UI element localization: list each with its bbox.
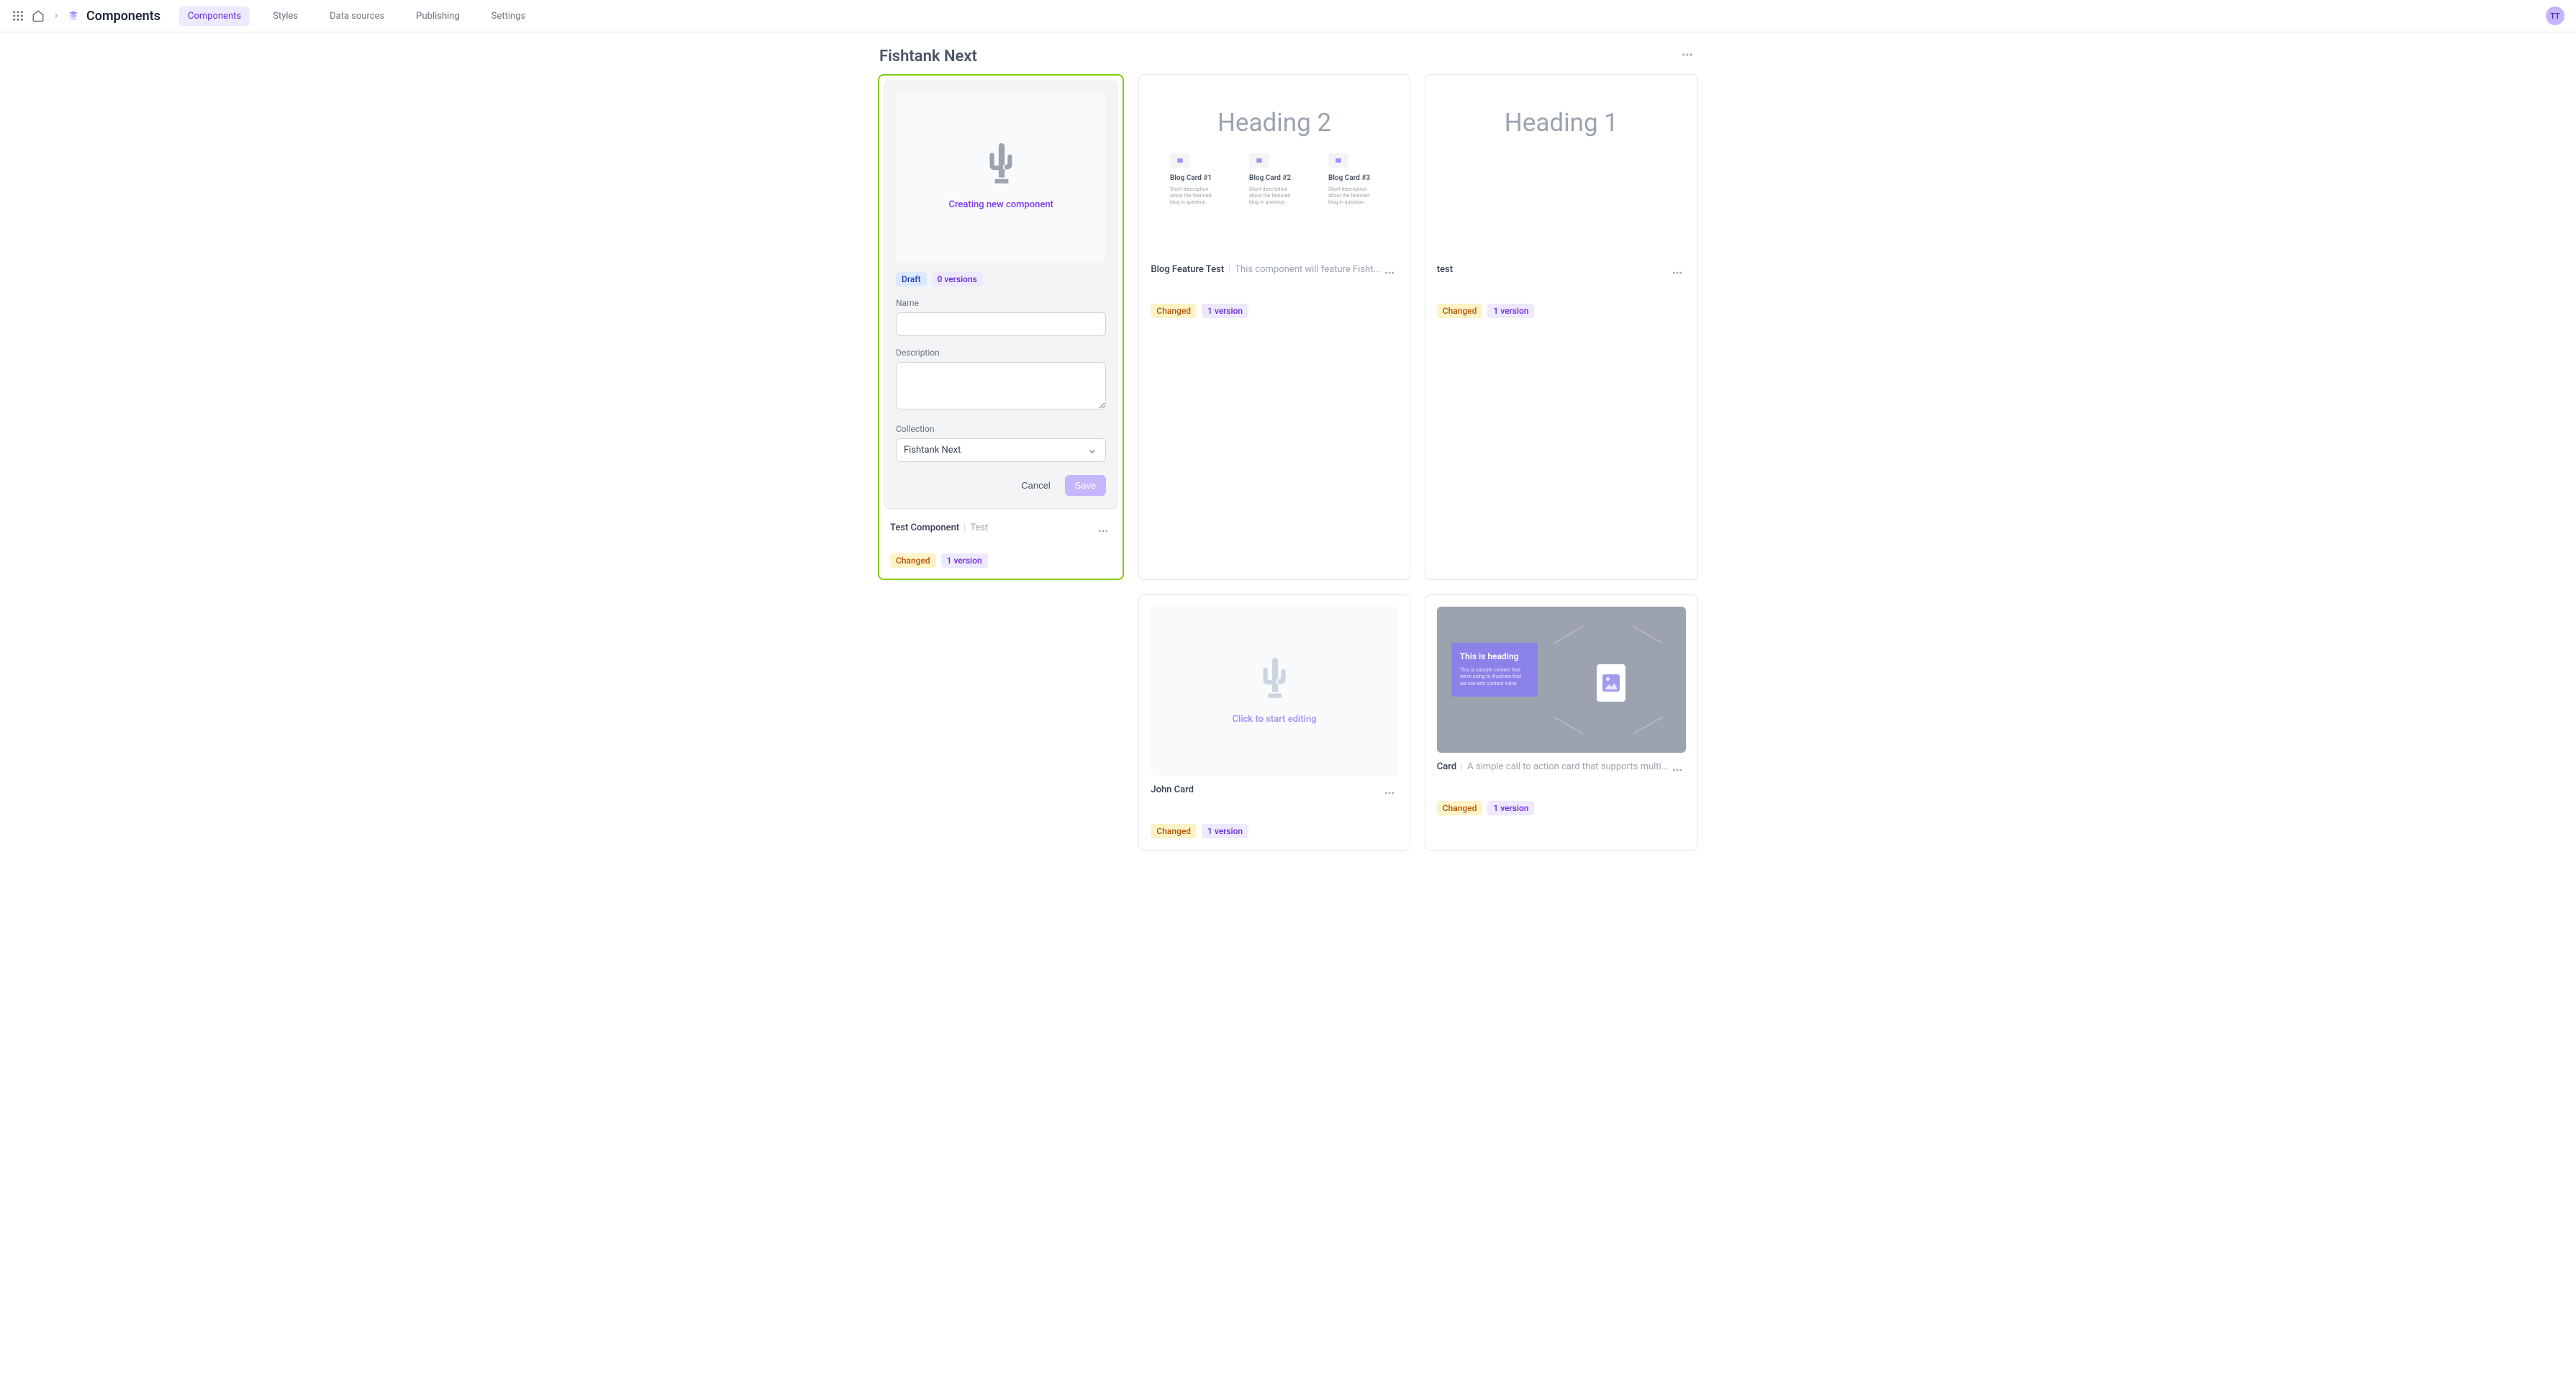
label-name: Name — [896, 298, 1106, 308]
image-icon — [1170, 153, 1190, 168]
page-more-icon[interactable] — [1678, 45, 1697, 67]
blog-title: Blog Card #2 — [1249, 173, 1300, 183]
blog-desc: Short description about the featured blo… — [1170, 186, 1220, 206]
chip-versions: 1 version — [1202, 304, 1248, 318]
creating-label: Creating new component — [948, 199, 1053, 210]
cancel-button[interactable]: Cancel — [1011, 475, 1060, 496]
chip-changed: Changed — [1151, 304, 1197, 318]
blog-title: Blog Card #1 — [1170, 173, 1220, 183]
chip-changed: Changed — [1437, 304, 1483, 318]
card-blog-feature[interactable]: Heading 2 Blog Card #1 Short description… — [1138, 74, 1410, 580]
cta-text: This is sample content that we're using … — [1460, 667, 1529, 688]
card-new-component: Creating new component Draft 0 versions … — [878, 74, 1124, 580]
chip-versions: 1 version — [1487, 801, 1534, 815]
cta-heading: This is heading — [1460, 651, 1529, 663]
card-more-icon[interactable] — [1669, 761, 1686, 782]
image-icon — [1249, 153, 1269, 168]
test-component-meta: Test Component | Test Changed 1 version — [879, 522, 1123, 579]
label-collection: Collection — [896, 424, 1106, 434]
chip-versions: 1 version — [941, 553, 988, 568]
card-test[interactable]: Heading 1 test Changed 1 version — [1425, 74, 1698, 580]
cactus-icon — [1259, 658, 1289, 700]
page-header: Fishtank Next — [878, 45, 1698, 67]
cta-preview: This is heading This is sample content t… — [1437, 607, 1686, 753]
card-more-icon[interactable] — [1094, 522, 1112, 543]
preview-heading: Heading 2 — [1217, 108, 1331, 137]
card-desc: This component will feature Fisht... — [1235, 264, 1380, 275]
chip-changed: Changed — [1437, 801, 1483, 815]
blog-preview: Heading 2 Blog Card #1 Short description… — [1151, 86, 1397, 255]
header-left: Components Components Styles Data source… — [12, 6, 534, 26]
chip-versions: 1 version — [1487, 304, 1534, 318]
card-name: John Card — [1151, 784, 1194, 795]
tab-data-sources[interactable]: Data sources — [321, 6, 393, 26]
chip-versions: 0 versions — [932, 272, 983, 286]
card-more-icon[interactable] — [1381, 264, 1398, 284]
chevron-right-icon — [52, 12, 60, 20]
tab-publishing[interactable]: Publishing — [407, 6, 468, 26]
new-preview: Creating new component — [896, 92, 1106, 261]
card-name: test — [1437, 264, 1453, 275]
description-input[interactable] — [896, 362, 1106, 409]
name-input[interactable] — [896, 312, 1106, 336]
home-icon[interactable] — [32, 9, 45, 22]
chip-changed: Changed — [1151, 824, 1197, 838]
card-more-icon[interactable] — [1381, 784, 1398, 805]
brand-icon — [68, 10, 79, 22]
blog-desc: Short description about the featured blo… — [1249, 186, 1300, 206]
card-name: Test Component — [890, 522, 959, 533]
label-description: Description — [896, 348, 1106, 358]
chip-changed: Changed — [890, 553, 936, 568]
tab-components[interactable]: Components — [179, 6, 250, 26]
page-title: Fishtank Next — [879, 47, 977, 65]
form-buttons: Cancel Save — [896, 475, 1106, 496]
card-desc: A simple call to action card that suppor… — [1467, 761, 1669, 772]
avatar[interactable]: TT — [2546, 6, 2564, 25]
component-grid: Creating new component Draft 0 versions … — [878, 74, 1698, 851]
apps-icon[interactable] — [12, 9, 24, 22]
image-placeholder-icon — [1597, 664, 1625, 702]
app-header: Components Components Styles Data source… — [0, 0, 2576, 32]
chip-versions: 1 version — [1202, 824, 1248, 838]
test-preview: Heading 1 — [1437, 86, 1686, 255]
image-icon — [1328, 153, 1348, 168]
card-more-icon[interactable] — [1669, 264, 1686, 284]
preview-heading: Heading 1 — [1505, 108, 1618, 137]
new-chips: Draft 0 versions — [896, 272, 1106, 286]
cta-box: This is heading This is sample content t… — [1451, 643, 1538, 697]
card-name: Blog Feature Test — [1151, 264, 1224, 275]
card-cta[interactable]: This is heading This is sample content t… — [1425, 594, 1698, 851]
blog-title: Blog Card #3 — [1328, 173, 1379, 183]
card-desc: Test — [970, 522, 988, 533]
header-tabs: Components Styles Data sources Publishin… — [179, 6, 534, 26]
blog-row: Blog Card #1 Short description about the… — [1170, 153, 1379, 206]
tab-settings[interactable]: Settings — [483, 6, 534, 26]
new-component-form: Creating new component Draft 0 versions … — [884, 81, 1117, 509]
click-to-edit-label: Click to start editing — [1233, 714, 1317, 725]
card-john[interactable]: Click to start editing John Card Changed… — [1138, 594, 1410, 851]
tab-styles[interactable]: Styles — [264, 6, 307, 26]
collection-select[interactable]: Fishtank Next — [896, 438, 1106, 462]
chip-draft: Draft — [896, 272, 927, 286]
john-preview[interactable]: Click to start editing — [1151, 607, 1397, 776]
save-button[interactable]: Save — [1065, 475, 1107, 496]
card-name: Card — [1437, 761, 1456, 772]
cactus-icon — [986, 143, 1016, 185]
brand-title: Components — [86, 9, 160, 24]
blog-desc: Short description about the featured blo… — [1328, 186, 1379, 206]
